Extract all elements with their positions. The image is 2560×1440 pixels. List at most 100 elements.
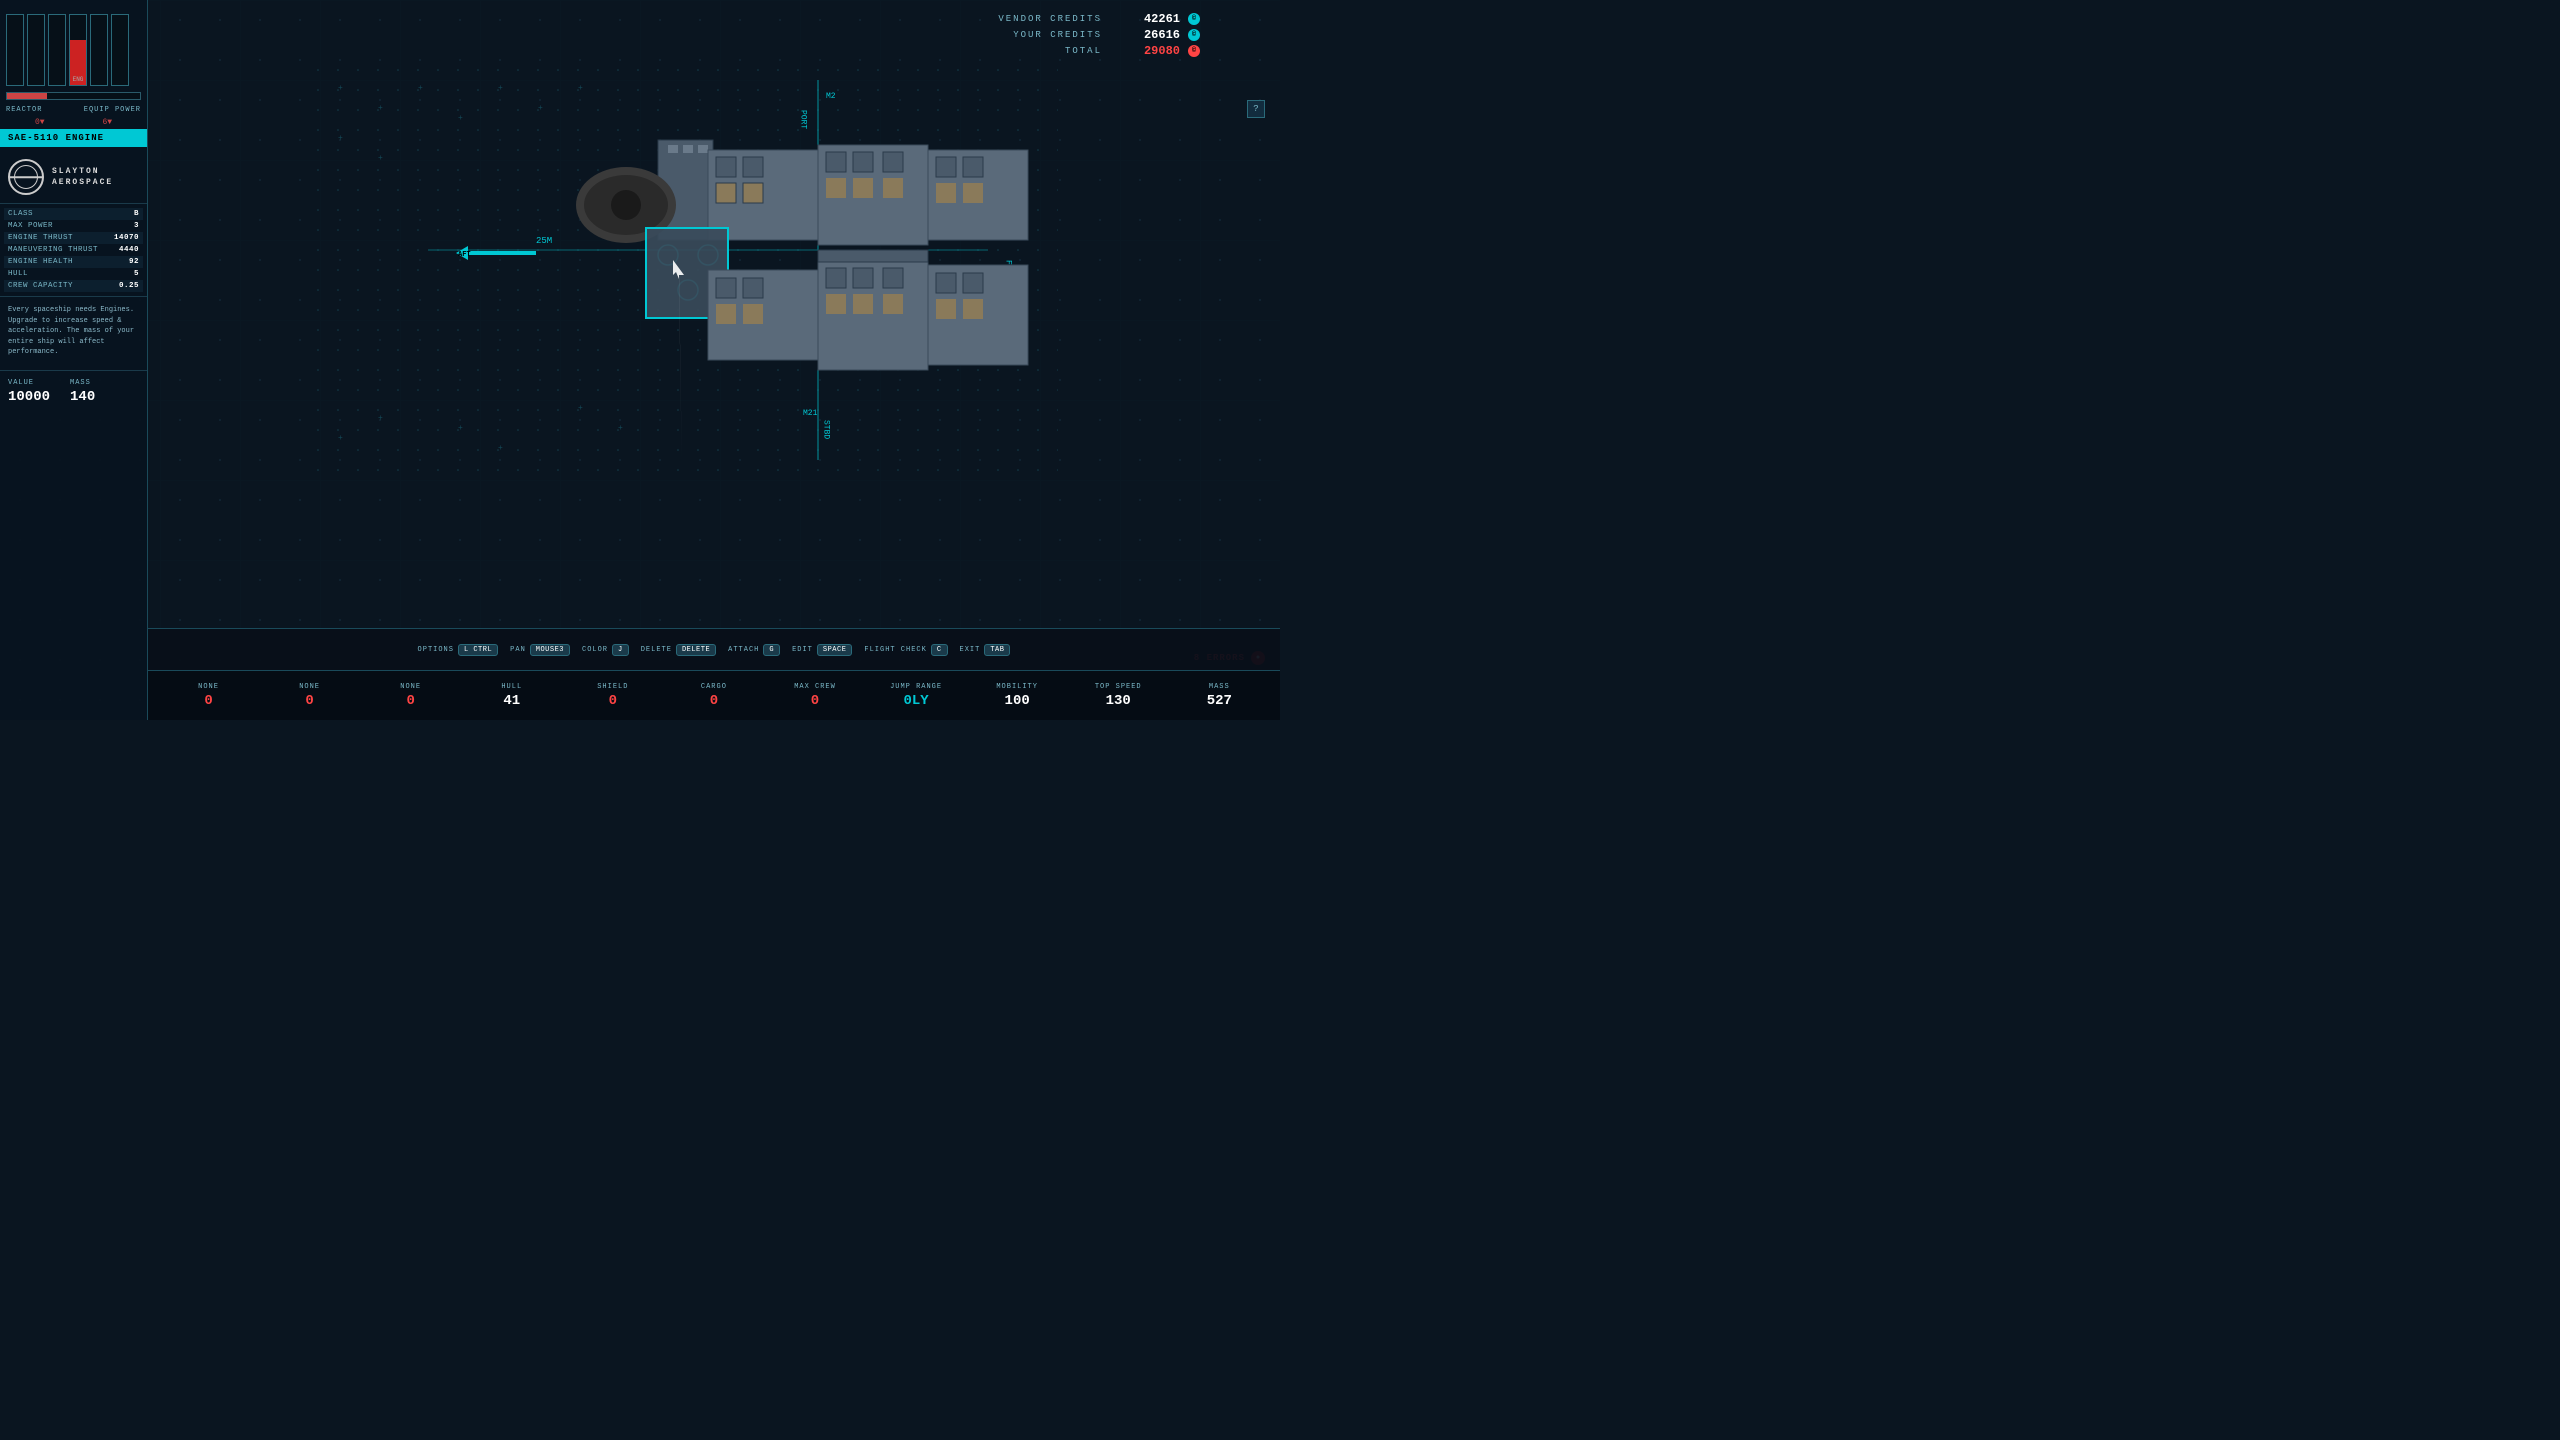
svg-text:+: + [338, 434, 343, 443]
svg-text:M21: M21 [803, 409, 818, 418]
svg-text:+: + [578, 404, 583, 413]
stat-label-class: CLASS [8, 210, 33, 218]
svg-text:+: + [378, 154, 383, 163]
svg-text:+: + [578, 84, 583, 93]
value-item: VALUE 10000 [8, 379, 50, 405]
options-label: OPTIONS [418, 646, 454, 654]
color-label: COLOR [582, 646, 608, 654]
your-credits-label: YOUR CREDITS [1013, 30, 1102, 40]
power-bar-fill [7, 93, 47, 99]
svg-text:M2: M2 [826, 92, 836, 101]
stat-mass: MASS 527 [1189, 683, 1249, 709]
power-bar-horizontal [6, 92, 141, 100]
stat-top-speed: TOP SPEED 130 [1088, 683, 1148, 709]
stat-label-engine-thrust: ENGINE THRUST [8, 234, 73, 242]
stat-row-maneuvering: MANEUVERING THRUST 4440 [4, 244, 143, 256]
flight-check-key[interactable]: C [931, 644, 948, 656]
jump-range-value: 0LY [903, 693, 928, 709]
manufacturer-logo-icon [8, 159, 44, 195]
max-crew-label: MAX CREW [794, 683, 836, 691]
top-speed-value: 130 [1106, 693, 1131, 709]
stat-label-maneuvering: MANEUVERING THRUST [8, 246, 98, 254]
control-exit: EXIT TAB [960, 644, 1011, 656]
delete-label: DELETE [641, 646, 672, 654]
power-labels: REACTOR EQUIP POWER [0, 104, 147, 116]
stat-value-crew: 0.25 [119, 282, 139, 290]
manufacturer-name: SLAYTONAEROSPACE [52, 166, 113, 188]
stat-row-crew: CREW CAPACITY 0.25 [4, 280, 143, 292]
stat-value-engine-health: 92 [129, 258, 139, 266]
svg-text:+: + [538, 104, 543, 113]
control-delete: DELETE DELETE [641, 644, 716, 656]
stat-value-maneuvering: 4440 [119, 246, 139, 254]
stat-hull: HULL 41 [482, 683, 542, 709]
none3-label: NONE [400, 683, 421, 691]
vendor-credits-row: VENDOR CREDITS 42261 © [998, 12, 1200, 26]
svg-text:+: + [458, 424, 463, 433]
jump-range-label: JUMP RANGE [890, 683, 942, 691]
reactor-value: 0▼ [35, 118, 45, 127]
value-mass-section: VALUE 10000 MASS 140 [0, 370, 147, 413]
pan-label: PAN [510, 646, 526, 654]
stat-cargo: CARGO 0 [684, 683, 744, 709]
stat-mobility: MOBILITY 100 [987, 683, 1047, 709]
max-crew-value: 0 [811, 693, 819, 709]
exit-key[interactable]: TAB [984, 644, 1010, 656]
vendor-credits-icon: © [1188, 13, 1200, 25]
attach-key[interactable]: G [763, 644, 780, 656]
edit-key[interactable]: SPACE [817, 644, 853, 656]
mass-label: MASS [70, 379, 95, 387]
hull-stat-label: HULL [501, 683, 522, 691]
svg-text:AFT: AFT [458, 251, 471, 259]
svg-text:+: + [338, 134, 343, 143]
stat-max-crew: MAX CREW 0 [785, 683, 845, 709]
mass-number: 140 [70, 389, 95, 405]
exit-label: EXIT [960, 646, 981, 654]
eng-label: ENG [70, 76, 86, 83]
power-bar-2 [27, 14, 45, 86]
attach-label: ATTACH [728, 646, 759, 654]
cargo-label: CARGO [701, 683, 727, 691]
power-bar-1 [6, 14, 24, 86]
stat-label-hull: HULL [8, 270, 28, 278]
ship-visualization: 25M PORT M2 FORE 2▶ M25 STBD M21 [308, 60, 1058, 480]
mobility-value: 100 [1005, 693, 1030, 709]
top-speed-label: TOP SPEED [1095, 683, 1142, 691]
power-values: 0▼ 6▼ [0, 116, 147, 129]
stat-none-2: NONE 0 [280, 683, 340, 709]
stat-jump-range: JUMP RANGE 0LY [886, 683, 946, 709]
stat-value-class: B [134, 210, 139, 218]
stat-row-engine-thrust: ENGINE THRUST 14070 [4, 232, 143, 244]
control-attach: ATTACH G [728, 644, 780, 656]
stat-label-max-power: MAX POWER [8, 222, 53, 230]
stat-value-hull: 5 [134, 270, 139, 278]
your-credits-value: 26616 [1110, 28, 1180, 42]
equip-label: EQUIP POWER [84, 106, 141, 114]
stat-row-max-power: MAX POWER 3 [4, 220, 143, 232]
module-name-header[interactable]: SAE-5110 Engine [0, 129, 147, 147]
cargo-value: 0 [710, 693, 718, 709]
power-bar-6 [111, 14, 129, 86]
help-icon[interactable]: ? [1247, 100, 1265, 118]
power-bar-4: ENG [69, 14, 87, 86]
logo-inner-ring [14, 165, 38, 189]
svg-text:PORT: PORT [799, 110, 808, 129]
svg-text:+: + [418, 84, 423, 93]
options-key[interactable]: L CTRL [458, 644, 498, 656]
shield-label: SHIELD [597, 683, 628, 691]
svg-text:+: + [458, 114, 463, 123]
delete-key[interactable]: DELETE [676, 644, 716, 656]
bottom-stats-bar: NONE 0 NONE 0 NONE 0 HULL 41 SHIELD 0 CA… [148, 670, 1280, 720]
left-panel: ENG REACTOR EQUIP POWER 0▼ 6▼ SAE-5110 E… [0, 0, 148, 720]
stat-label-engine-health: ENGINE HEALTH [8, 258, 73, 266]
color-key[interactable]: J [612, 644, 629, 656]
mass-stat-label: MASS [1209, 683, 1230, 691]
pan-key[interactable]: MOUSE3 [530, 644, 570, 656]
edit-label: EDIT [792, 646, 813, 654]
stat-none-3: NONE 0 [381, 683, 441, 709]
stat-row-class: CLASS B [4, 208, 143, 220]
equip-value: 6▼ [102, 118, 112, 127]
controls-bar: OPTIONS L CTRL PAN MOUSE3 COLOR J DELETE… [148, 628, 1280, 670]
mass-item: MASS 140 [70, 379, 95, 405]
mass-stat-value: 527 [1207, 693, 1232, 709]
